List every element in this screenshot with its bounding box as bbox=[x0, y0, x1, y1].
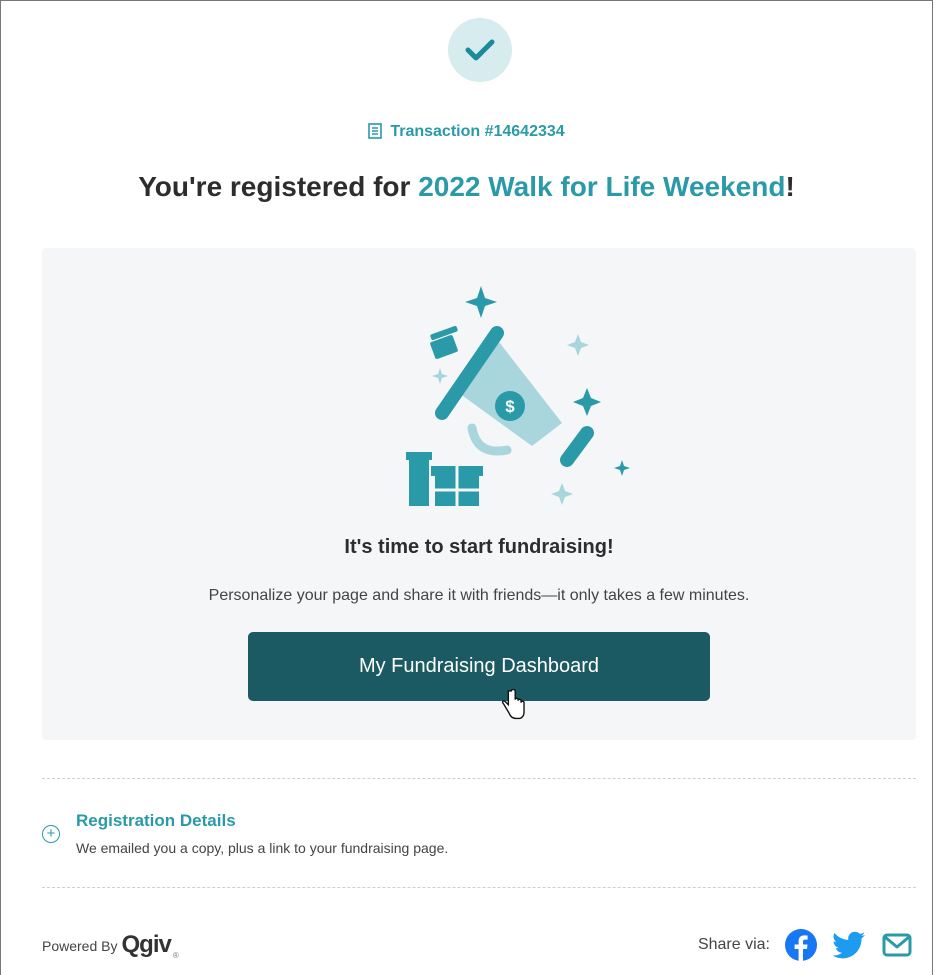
hand-cursor-icon bbox=[501, 689, 525, 720]
receipt-icon bbox=[368, 123, 383, 144]
panel-subtitle: Personalize your page and share it with … bbox=[208, 587, 750, 604]
headline-suffix: ! bbox=[785, 171, 795, 202]
success-check-icon bbox=[448, 18, 512, 82]
registration-details-subtitle: We emailed you a copy, plus a link to yo… bbox=[76, 840, 449, 856]
svg-text:$: $ bbox=[505, 397, 515, 416]
confirmation-page: Transaction #14642334 You're registered … bbox=[0, 0, 933, 975]
event-name: 2022 Walk for Life Weekend bbox=[418, 171, 786, 202]
page-title: You're registered for 2022 Walk for Life… bbox=[1, 171, 932, 203]
transaction-text: Transaction #14642334 bbox=[390, 123, 565, 140]
powered-by-label: Powered By bbox=[42, 937, 118, 954]
share-bar: Share via: bbox=[698, 928, 914, 962]
divider-bottom bbox=[42, 887, 916, 888]
expand-plus-icon[interactable]: + bbox=[42, 825, 60, 843]
divider-top bbox=[42, 778, 916, 779]
panel-title: It's time to start fundraising! bbox=[344, 536, 614, 558]
megaphone-illustration: $ bbox=[406, 286, 630, 506]
headline-prefix: You're registered for bbox=[138, 171, 419, 202]
qgiv-logo-text: Qgiv bbox=[121, 931, 171, 958]
fundraising-panel: $ It's time to start fundraising! Person… bbox=[42, 248, 916, 740]
qgiv-logo: Qgiv ® bbox=[121, 931, 178, 960]
powered-by: Powered By Qgiv ® bbox=[42, 931, 179, 960]
facebook-icon[interactable] bbox=[784, 928, 818, 962]
twitter-icon[interactable] bbox=[832, 928, 866, 962]
fundraising-dashboard-button[interactable]: My Fundraising Dashboard bbox=[248, 632, 710, 701]
registration-details-title[interactable]: Registration Details bbox=[76, 811, 236, 831]
share-label: Share via: bbox=[697, 936, 770, 953]
transaction-number: Transaction #14642334 bbox=[1, 123, 932, 144]
email-icon[interactable] bbox=[880, 928, 914, 962]
